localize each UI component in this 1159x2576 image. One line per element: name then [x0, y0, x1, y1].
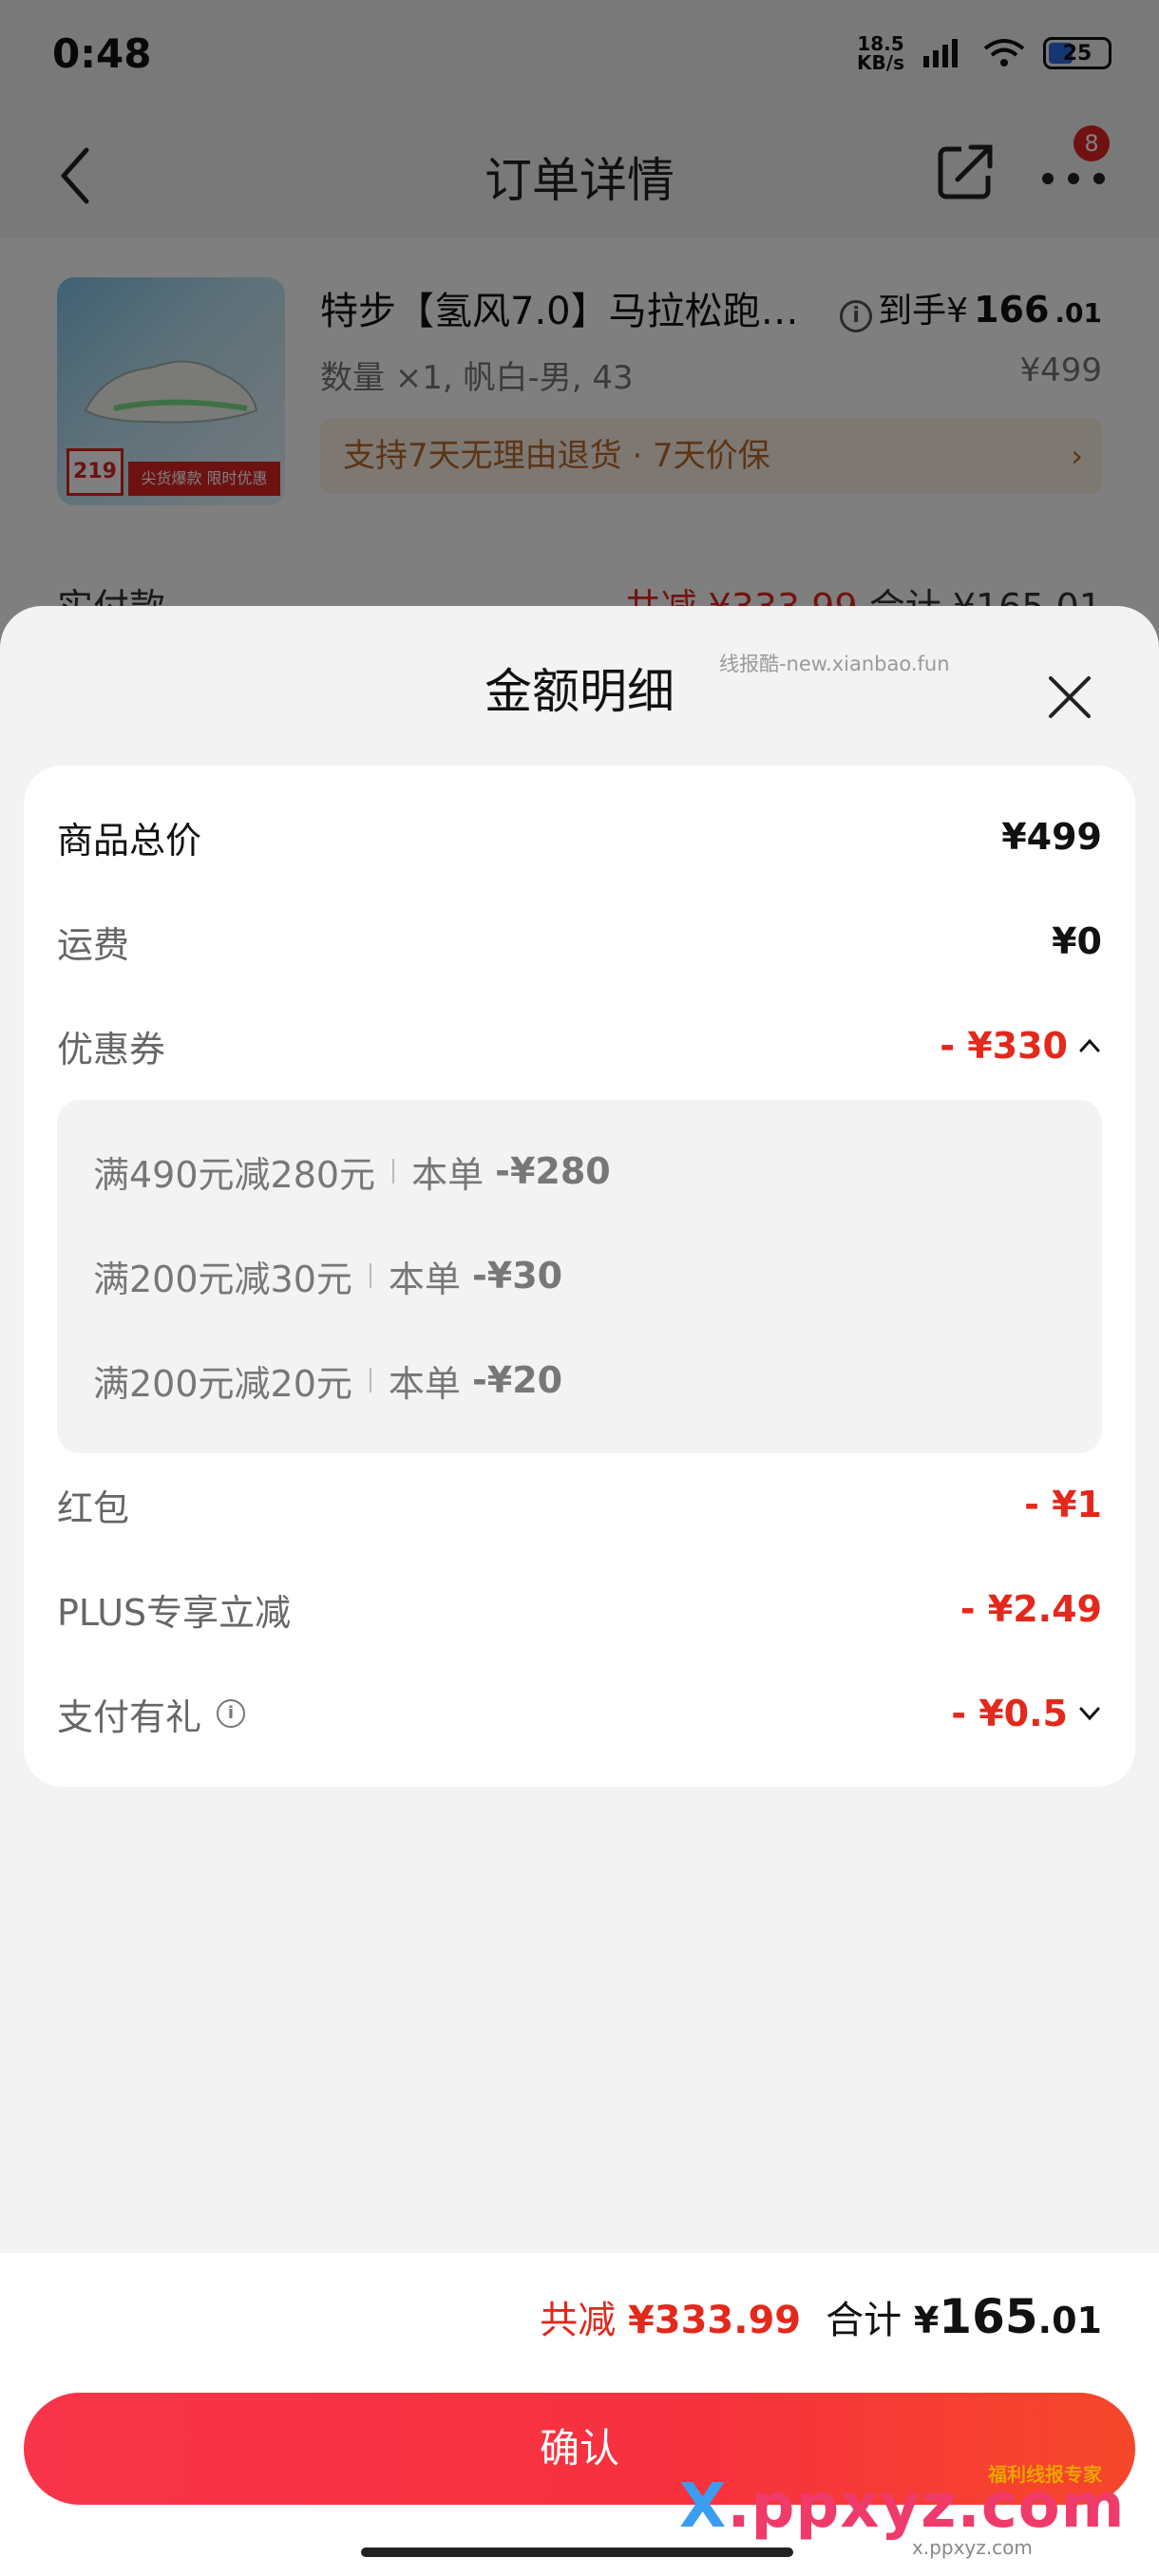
watermark-text: 线报酷-new.xianbao.fun — [719, 653, 950, 675]
coupon-scope: 本单 — [388, 1258, 461, 1300]
coupon-value: - ¥330 — [940, 1025, 1068, 1067]
shipping-value: ¥0 — [1052, 920, 1102, 962]
home-indicator[interactable] — [361, 2548, 793, 2557]
pay-gift-value-group: - ¥0.5 — [951, 1693, 1102, 1734]
shipping-row: 运费 ¥0 — [57, 913, 1102, 970]
coupon-breakdown: 满490元减280元 本单 -¥280 满200元减30元 本单 -¥30 满2… — [57, 1100, 1102, 1453]
plus-discount-value: - ¥2.49 — [960, 1588, 1102, 1630]
coupon-rule: 满490元减280元 — [93, 1153, 376, 1196]
coupon-item: 满490元减280元 本单 -¥280 — [93, 1143, 611, 1200]
pay-gift-label-group: 支付有礼 i — [57, 1688, 246, 1740]
logo-x: X — [679, 2472, 728, 2542]
divider — [369, 1263, 371, 1288]
total-sum: 合计 ¥165.01 — [826, 2289, 1102, 2344]
coupon-item: 满200元减30元 本单 -¥30 — [93, 1247, 562, 1304]
pay-gift-value: - ¥0.5 — [951, 1693, 1068, 1734]
coupon-scope: 本单 — [388, 1362, 461, 1405]
total-sum-label: 合计 — [826, 2299, 902, 2342]
amount-detail-card: 商品总价 ¥499 运费 ¥0 优惠券 - ¥330 满490元减280元 本单… — [24, 766, 1135, 1787]
total-discount: 共减 ¥333.99 — [540, 2289, 801, 2344]
goods-total-label: 商品总价 — [57, 819, 202, 862]
footer-button-area: 确认 X.ppxyz.com 福利线报专家 x.ppxyz.com — [0, 2381, 1159, 2576]
total-discount-label: 共减 — [540, 2299, 617, 2342]
goods-total-value: ¥499 — [1001, 816, 1102, 858]
coupon-rule: 满200元减30元 — [93, 1258, 352, 1300]
coupon-value-group: - ¥330 — [940, 1025, 1102, 1067]
coupon-item: 满200元减20元 本单 -¥20 — [93, 1352, 562, 1409]
total-line: 共减 ¥333.99 合计 ¥165.01 — [540, 2289, 1102, 2344]
sheet-title: 金额明细 — [484, 664, 674, 719]
coupon-label: 优惠券 — [57, 1028, 166, 1070]
red-packet-row: 红包 - ¥1 — [57, 1476, 1102, 1533]
coupon-amount: -¥20 — [472, 1359, 563, 1401]
plus-discount-label: PLUS专享立减 — [57, 1591, 292, 1634]
goods-total-row: 商品总价 ¥499 — [57, 808, 1102, 865]
pay-gift-row[interactable]: 支付有礼 i - ¥0.5 — [57, 1685, 1102, 1742]
total-sum-decimal: .01 — [1037, 2300, 1102, 2341]
chevron-up-icon[interactable] — [1077, 1033, 1102, 1058]
total-yen-symbol: ¥ — [913, 2300, 940, 2341]
pay-gift-label: 支付有礼 — [57, 1695, 202, 1738]
coupon-amount: -¥30 — [472, 1255, 563, 1297]
red-packet-label: 红包 — [57, 1487, 130, 1529]
red-packet-value: - ¥1 — [1024, 1484, 1102, 1525]
info-icon[interactable]: i — [217, 1699, 246, 1728]
plus-discount-row: PLUS专享立减 - ¥2.49 — [57, 1581, 1102, 1638]
chevron-down-icon[interactable] — [1077, 1701, 1102, 1726]
logo-tagline: 福利线报专家 — [988, 2463, 1102, 2486]
logo-subtitle: x.ppxyz.com — [912, 2536, 1033, 2559]
shipping-label: 运费 — [57, 923, 130, 966]
coupon-amount: -¥280 — [495, 1150, 611, 1192]
total-sum-integer: 165 — [939, 2289, 1038, 2344]
coupon-scope: 本单 — [411, 1153, 484, 1196]
coupon-row[interactable]: 优惠券 - ¥330 — [57, 1017, 1102, 1074]
divider — [392, 1159, 395, 1184]
total-summary-bar: 共减 ¥333.99 合计 ¥165.01 — [0, 2253, 1159, 2381]
total-discount-value: ¥333.99 — [627, 2299, 802, 2342]
coupon-rule: 满200元减20元 — [93, 1362, 352, 1405]
close-icon[interactable] — [1043, 671, 1096, 724]
divider — [369, 1368, 371, 1392]
